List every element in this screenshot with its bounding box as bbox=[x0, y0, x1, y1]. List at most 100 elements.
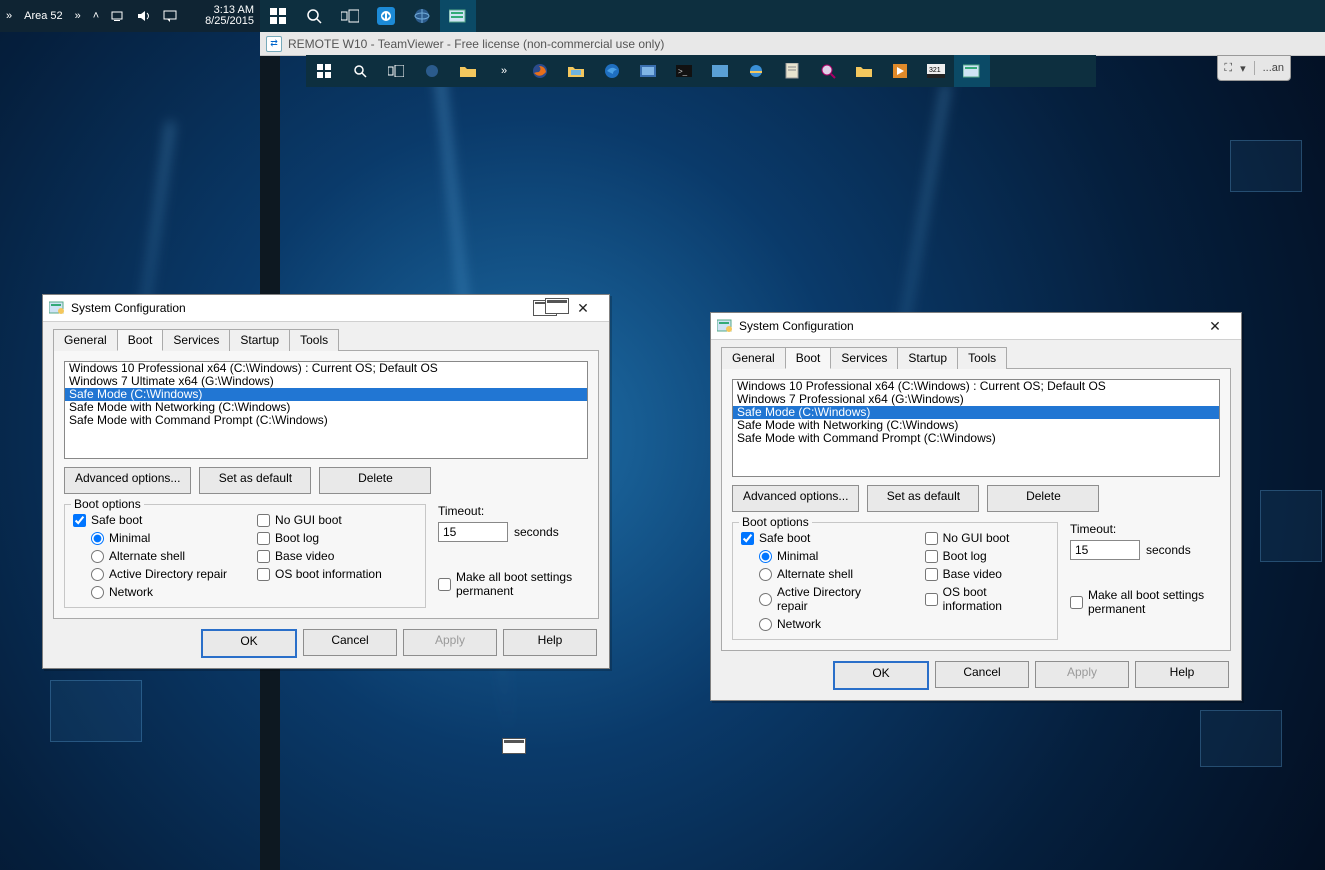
tab-services[interactable]: Services bbox=[830, 347, 898, 369]
delete-button[interactable]: Delete bbox=[987, 485, 1099, 512]
tab-tools[interactable]: Tools bbox=[289, 329, 339, 351]
no-gui-checkbox[interactable]: No GUI boot bbox=[257, 513, 382, 527]
maximize-icon[interactable] bbox=[545, 298, 569, 314]
app-icon[interactable] bbox=[702, 55, 738, 87]
tab-boot[interactable]: Boot bbox=[117, 329, 164, 351]
make-permanent-checkbox[interactable]: Make all boot settings permanent bbox=[1070, 588, 1220, 616]
boot-options-group: Boot options Safe boot Minimal Alternate… bbox=[732, 522, 1058, 640]
window-title-text: REMOTE W10 - TeamViewer - Free license (… bbox=[288, 37, 664, 51]
delete-button[interactable]: Delete bbox=[319, 467, 431, 494]
taskview-icon[interactable] bbox=[378, 55, 414, 87]
folder-icon[interactable] bbox=[846, 55, 882, 87]
browser-icon[interactable] bbox=[414, 55, 450, 87]
tab-panel: Windows 10 Professional x64 (C:\Windows)… bbox=[721, 368, 1231, 651]
group-legend: Boot options bbox=[739, 515, 812, 529]
no-gui-checkbox[interactable]: No GUI boot bbox=[925, 531, 1049, 545]
minimal-radio[interactable]: Minimal bbox=[91, 531, 227, 545]
minimal-radio[interactable]: Minimal bbox=[759, 549, 895, 563]
close-icon[interactable]: ✕ bbox=[1195, 316, 1235, 336]
media-icon[interactable] bbox=[882, 55, 918, 87]
search-icon[interactable] bbox=[296, 0, 332, 32]
timeout-input[interactable] bbox=[438, 522, 508, 542]
ad-repair-radio[interactable]: Active Directory repair bbox=[759, 585, 895, 613]
globe-icon[interactable] bbox=[404, 0, 440, 32]
tab-strip: General Boot Services Startup Tools bbox=[43, 322, 609, 350]
fullscreen-icon[interactable]: ⛶ bbox=[1224, 62, 1232, 75]
folder-icon[interactable] bbox=[450, 55, 486, 87]
base-video-checkbox[interactable]: Base video bbox=[925, 567, 1049, 581]
search-app-icon[interactable] bbox=[810, 55, 846, 87]
notifications-icon[interactable] bbox=[157, 0, 183, 32]
chevrons-icon[interactable]: » bbox=[486, 55, 522, 87]
tab-strip: General Boot Services Startup Tools bbox=[711, 340, 1241, 368]
host-clock[interactable]: 3:13 AM 8/25/2015 bbox=[199, 1, 260, 31]
start-icon[interactable] bbox=[306, 55, 342, 87]
list-item[interactable]: Safe Mode with Command Prompt (C:\Window… bbox=[733, 432, 1219, 445]
firefox-icon[interactable] bbox=[522, 55, 558, 87]
list-item[interactable]: Safe Mode with Command Prompt (C:\Window… bbox=[65, 414, 587, 427]
boot-log-checkbox[interactable]: Boot log bbox=[257, 531, 382, 545]
ie-icon[interactable] bbox=[738, 55, 774, 87]
msconfig-taskbar-icon[interactable] bbox=[954, 55, 990, 87]
start-icon[interactable] bbox=[260, 0, 296, 32]
tab-panel: Windows 10 Professional x64 (C:\Windows)… bbox=[53, 350, 599, 619]
edge-icon[interactable] bbox=[594, 55, 630, 87]
host-taskbar: » Area 52 » ˄ 3:13 AM 8/25/2015 bbox=[0, 0, 260, 32]
help-button[interactable]: Help bbox=[1135, 661, 1229, 688]
tab-general[interactable]: General bbox=[53, 329, 118, 351]
host-label[interactable]: Area 52 bbox=[18, 0, 69, 32]
notepad-icon[interactable] bbox=[774, 55, 810, 87]
chevron-down-icon[interactable]: ▾ bbox=[1240, 62, 1246, 75]
cmd-icon[interactable]: >_ bbox=[666, 55, 702, 87]
tab-general[interactable]: General bbox=[721, 347, 786, 369]
advanced-options-button[interactable]: Advanced options... bbox=[732, 485, 859, 512]
advanced-options-button[interactable]: Advanced options... bbox=[64, 467, 191, 494]
boot-entry-list[interactable]: Windows 10 Professional x64 (C:\Windows)… bbox=[64, 361, 588, 459]
os-info-checkbox[interactable]: OS boot information bbox=[257, 567, 382, 581]
alternate-shell-radio[interactable]: Alternate shell bbox=[91, 549, 227, 563]
teamviewer-toolbar[interactable]: ⛶ ▾ ...an bbox=[1217, 55, 1291, 81]
apply-button[interactable]: Apply bbox=[403, 629, 497, 656]
msconfig-taskbar-icon[interactable] bbox=[440, 0, 476, 32]
chevron-up-icon[interactable]: ˄ bbox=[87, 0, 105, 32]
chevrons-icon[interactable]: » bbox=[0, 0, 18, 32]
window-titlebar[interactable]: System Configuration ✕ bbox=[43, 295, 609, 322]
os-info-checkbox[interactable]: OS boot information bbox=[925, 585, 1049, 613]
timeout-input[interactable] bbox=[1070, 540, 1140, 560]
network-icon[interactable] bbox=[105, 0, 131, 32]
tab-startup[interactable]: Startup bbox=[229, 329, 290, 351]
tab-tools[interactable]: Tools bbox=[957, 347, 1007, 369]
explorer-icon[interactable] bbox=[558, 55, 594, 87]
apply-button[interactable]: Apply bbox=[1035, 661, 1129, 688]
network-radio[interactable]: Network bbox=[91, 585, 227, 599]
mpc-icon[interactable]: 321 bbox=[918, 55, 954, 87]
help-button[interactable]: Help bbox=[503, 629, 597, 656]
tab-services[interactable]: Services bbox=[162, 329, 230, 351]
taskview-icon[interactable] bbox=[332, 0, 368, 32]
cancel-button[interactable]: Cancel bbox=[935, 661, 1029, 688]
base-video-checkbox[interactable]: Base video bbox=[257, 549, 382, 563]
ok-button[interactable]: OK bbox=[201, 629, 297, 658]
search-icon[interactable] bbox=[342, 55, 378, 87]
teamviewer-icon[interactable] bbox=[368, 0, 404, 32]
set-default-button[interactable]: Set as default bbox=[199, 467, 311, 494]
chevrons-icon[interactable]: » bbox=[69, 0, 87, 32]
tab-startup[interactable]: Startup bbox=[897, 347, 958, 369]
close-icon[interactable]: ✕ bbox=[563, 298, 603, 318]
safe-boot-checkbox[interactable]: Safe boot bbox=[73, 513, 227, 527]
window-titlebar[interactable]: System Configuration ✕ bbox=[711, 313, 1241, 340]
set-default-button[interactable]: Set as default bbox=[867, 485, 979, 512]
app-icon[interactable] bbox=[630, 55, 666, 87]
boot-entry-list[interactable]: Windows 10 Professional x64 (C:\Windows)… bbox=[732, 379, 1220, 477]
safe-boot-checkbox[interactable]: Safe boot bbox=[741, 531, 895, 545]
boot-log-checkbox[interactable]: Boot log bbox=[925, 549, 1049, 563]
cancel-button[interactable]: Cancel bbox=[303, 629, 397, 656]
network-radio[interactable]: Network bbox=[759, 617, 895, 631]
ad-repair-radio[interactable]: Active Directory repair bbox=[91, 567, 227, 581]
make-permanent-checkbox[interactable]: Make all boot settings permanent bbox=[438, 570, 588, 598]
alternate-shell-radio[interactable]: Alternate shell bbox=[759, 567, 895, 581]
ok-button[interactable]: OK bbox=[833, 661, 929, 690]
maximize-icon[interactable] bbox=[502, 738, 526, 754]
tab-boot[interactable]: Boot bbox=[785, 347, 832, 369]
volume-icon[interactable] bbox=[131, 0, 157, 32]
